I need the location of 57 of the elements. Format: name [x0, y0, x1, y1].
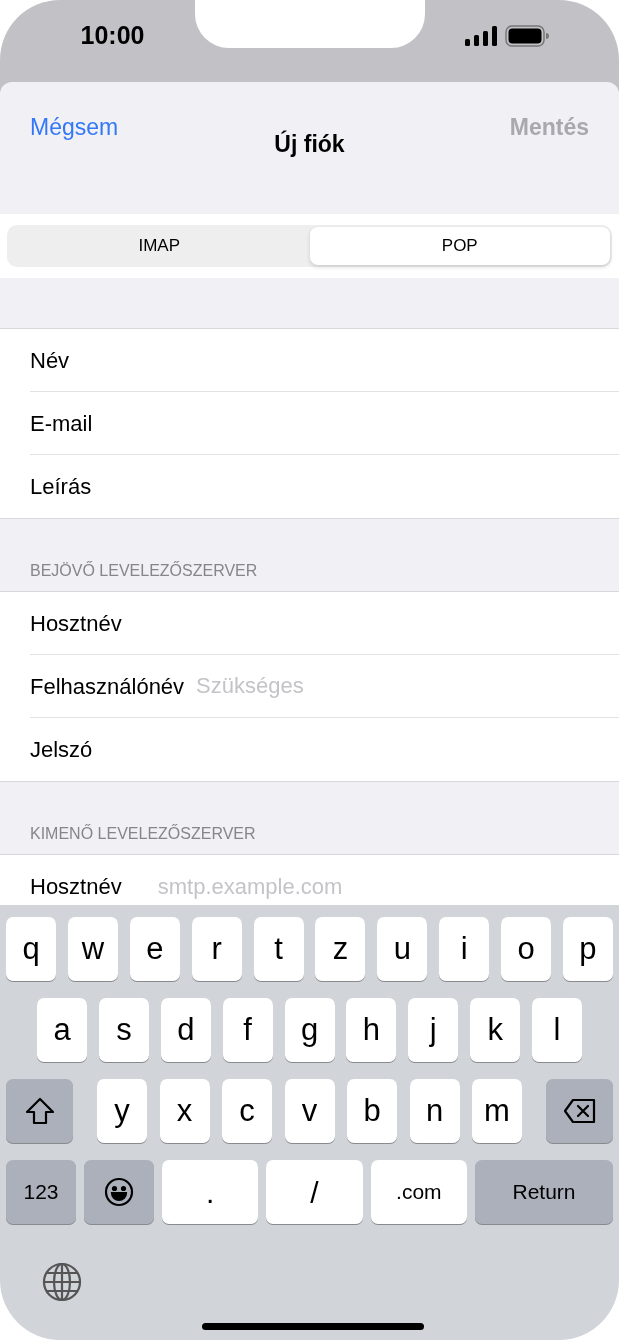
- field-label: Leírás: [30, 473, 92, 501]
- key[interactable]: b: [347, 1079, 397, 1143]
- key[interactable]: c: [222, 1079, 272, 1143]
- key[interactable]: j: [408, 998, 459, 1062]
- shift-key[interactable]: [6, 1079, 73, 1143]
- key[interactable]: s: [98, 998, 149, 1062]
- return-key[interactable]: Return: [475, 1160, 613, 1224]
- key[interactable]: r: [191, 917, 242, 981]
- section-header: BEJÖVŐ LEVELEZŐSZERVER: [30, 560, 258, 581]
- emoji-key[interactable]: [84, 1160, 154, 1224]
- status-time: 10:00: [80, 20, 145, 52]
- key[interactable]: m: [472, 1079, 522, 1143]
- key[interactable]: w: [67, 917, 118, 981]
- input-field[interactable]: Szükséges: [196, 655, 619, 717]
- field-label: Hosztnév: [30, 873, 122, 901]
- key[interactable]: g: [284, 998, 335, 1062]
- key[interactable]: n: [409, 1079, 460, 1143]
- key[interactable]: z: [315, 917, 366, 981]
- numbers-key[interactable]: 123: [6, 1160, 76, 1224]
- field-label: Hosztnév: [30, 609, 122, 638]
- section-header: KIMENŐ LEVELEZŐSZERVER: [30, 823, 256, 844]
- key[interactable]: .com: [370, 1160, 467, 1224]
- key[interactable]: o: [501, 917, 551, 981]
- field-label: Jelszó: [30, 736, 93, 764]
- shift-icon: [24, 1097, 55, 1125]
- key[interactable]: v: [284, 1079, 335, 1143]
- delete-key[interactable]: [546, 1079, 613, 1143]
- key[interactable]: k: [470, 998, 521, 1062]
- field-label: Felhasználónév: [30, 672, 185, 701]
- key[interactable]: t: [253, 917, 304, 981]
- delete-icon: [562, 1098, 597, 1124]
- battery-icon: [505, 25, 549, 47]
- screen-title: Új fiók: [274, 129, 345, 159]
- key[interactable]: y: [97, 1079, 147, 1143]
- key[interactable]: .: [162, 1160, 259, 1224]
- key[interactable]: q: [6, 917, 56, 981]
- key[interactable]: /: [266, 1160, 363, 1224]
- key[interactable]: x: [159, 1079, 210, 1143]
- cancel-button[interactable]: Mégsem: [30, 110, 119, 145]
- key[interactable]: p: [562, 917, 613, 981]
- field-label: E-mail: [30, 409, 93, 438]
- globe-icon[interactable]: [42, 1262, 82, 1302]
- key[interactable]: d: [160, 998, 211, 1062]
- key[interactable]: h: [346, 998, 397, 1062]
- key[interactable]: f: [222, 998, 273, 1062]
- input-field[interactable]: smtp.example.com: [133, 855, 619, 905]
- key[interactable]: e: [129, 917, 180, 981]
- key[interactable]: a: [37, 998, 87, 1062]
- segment-tab[interactable]: IMAP: [9, 227, 310, 265]
- key[interactable]: l: [532, 998, 582, 1062]
- segment-tab[interactable]: POP: [309, 227, 610, 265]
- form-group[interactable]: Hosztnév smtp.example.com: [0, 854, 619, 905]
- key[interactable]: u: [377, 917, 428, 981]
- key[interactable]: i: [439, 917, 490, 981]
- signal-icon: [465, 26, 497, 46]
- field-label: Név: [30, 346, 70, 375]
- smiley-icon: [104, 1177, 134, 1207]
